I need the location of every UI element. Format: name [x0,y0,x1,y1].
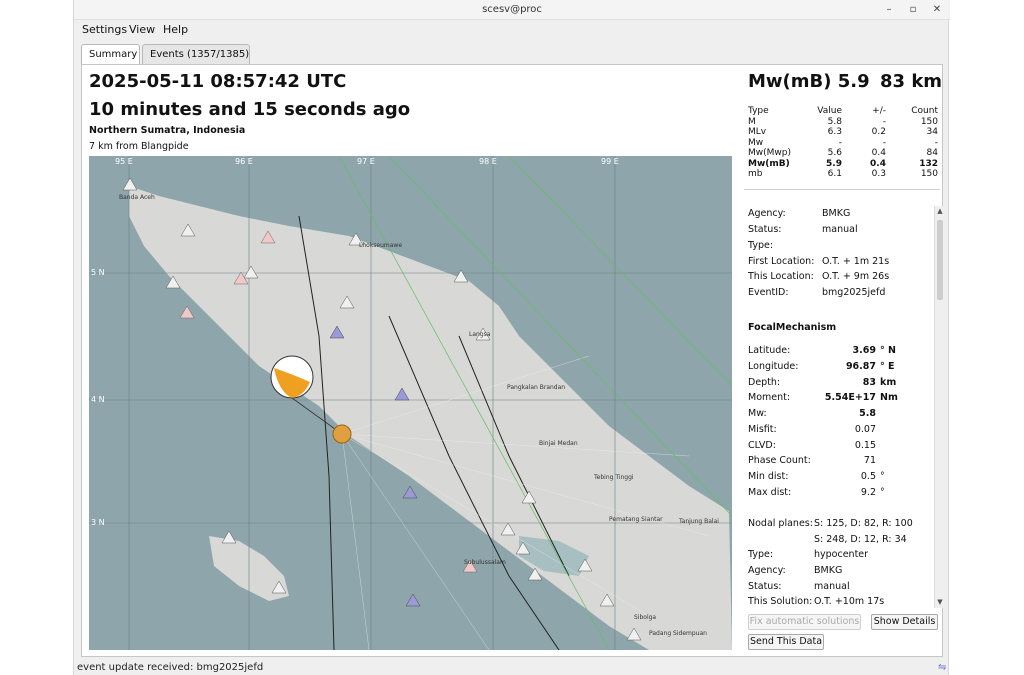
place-label: Tebing Tinggi [594,474,634,481]
show-details-button[interactable]: Show Details [871,614,938,630]
lat-label-4n: 4 N [91,395,105,404]
place-label: Subulussalam [464,559,506,566]
table-row: Mw - - - [748,137,938,148]
place-label: Pangkalan Brandan [507,384,566,391]
table-row: MLv 6.3 0.2 34 [748,127,938,137]
nearest-city: 7 km from Blangpide [89,141,189,152]
table-row: M 5.8 - 150 [748,116,938,127]
scroll-down-icon[interactable]: ▼ [935,598,945,606]
status-bar: event update received: bmg2025jefd ⇋ [74,660,950,675]
region-name: Northern Sumatra, Indonesia [89,125,246,136]
table-row: Mw(Mwp) 5.6 0.4 84 [748,148,938,158]
menu-view[interactable]: View [129,23,155,36]
menu-bar: Settings View Help [74,21,950,39]
place-label: Tanjung Balai [679,518,719,525]
focal-mechanism-title: FocalMechanism [748,322,837,333]
lon-label-96: 96 E [235,157,253,166]
table-header: Type Value +/- Count [748,106,938,116]
window-title: scesv@proc [482,4,542,15]
magnitude-headline: Mw(mB) 5.9 [748,71,870,92]
place-label: Langsa [469,331,491,338]
map-canvas [89,156,732,650]
place-label: Lhokseumawe [359,242,403,249]
scroll-up-icon[interactable]: ▲ [935,207,945,215]
menu-help[interactable]: Help [163,23,188,36]
restore-button[interactable]: ▫ [906,3,920,17]
title-bar: scesv@proc – ▫ ✕ [74,0,950,20]
time-ago: 10 minutes and 15 seconds ago [89,99,411,120]
send-this-data-button[interactable]: Send This Data [748,634,824,650]
close-button[interactable]: ✕ [930,3,944,17]
lon-label-95: 95 E [115,157,133,166]
minimize-button[interactable]: – [882,3,896,17]
place-label: Sibolga [634,614,657,621]
event-map[interactable]: 95 E 96 E 97 E 98 E 99 E 5 N 4 N 3 N Ban… [89,156,732,650]
fix-automatic-solutions-button[interactable]: Fix automatic solutions [748,614,861,630]
place-label: Pematang Siantar [609,516,663,523]
tab-events[interactable]: Events (1357/1385) [142,44,250,64]
tab-summary[interactable]: Summary [81,44,140,65]
app-window: scesv@proc – ▫ ✕ Settings View Help Summ… [73,0,950,675]
divider [744,189,940,190]
status-message: event update received: bmg2025jefd [77,662,264,673]
place-label: Banda Aceh [119,194,155,201]
details-scrollbar[interactable]: ▲ ▼ [934,206,944,608]
lon-label-99: 99 E [601,157,619,166]
depth-headline: 83 km [880,71,943,92]
table-row: mb 6.1 0.3 150 [748,169,938,179]
place-label: Padang Sidempuan [649,630,707,637]
magnitude-table: Type Value +/- Count M 5.8 - 150 MLv 6.3… [748,106,938,180]
lat-label-5n: 5 N [91,268,105,277]
epicenter-marker [332,424,352,444]
details-scroll-area[interactable]: Agency: BMKG Status: manual Type: First Lo… [744,206,930,606]
menu-settings[interactable]: Settings [82,23,127,36]
summary-panel: 2025-05-11 08:57:42 UTC 10 minutes and 1… [81,64,944,657]
lon-label-98: 98 E [479,157,497,166]
status-indicator-icon: ⇋ [938,662,947,673]
scroll-thumb[interactable] [937,220,943,300]
lat-label-3n: 3 N [91,518,105,527]
lon-label-97: 97 E [357,157,375,166]
place-label: Binjai Medan [539,440,578,447]
origin-time: 2025-05-11 08:57:42 UTC [89,71,347,92]
table-row-preferred: Mw(mB) 5.9 0.4 132 [748,158,938,169]
